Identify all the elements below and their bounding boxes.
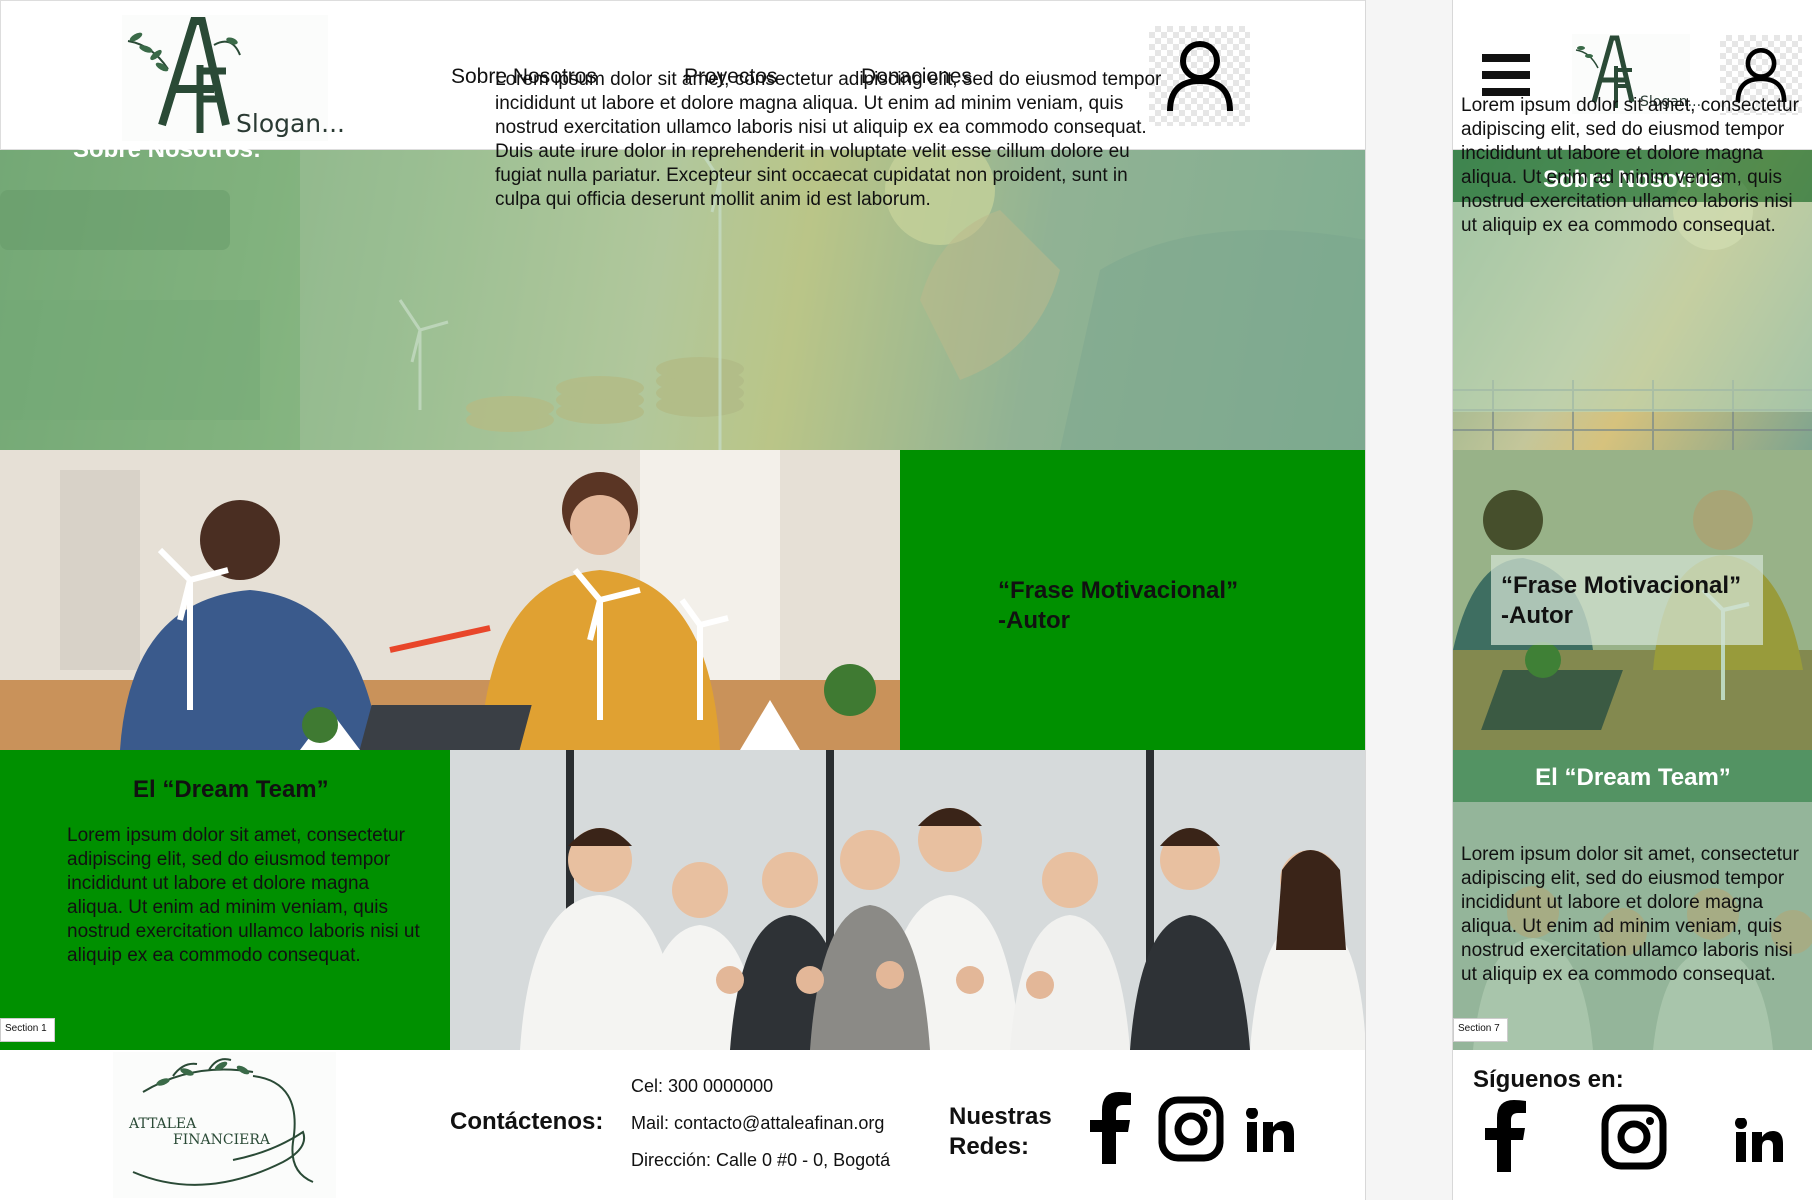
contact-address: Dirección: Calle 0 #0 - 0, Bogotá <box>631 1150 891 1170</box>
brand-logo[interactable]: Slogan... <box>122 15 345 141</box>
about-text: Lorem ipsum dolor sit amet, consectetur … <box>1461 95 1799 236</box>
social-heading: Nuestras Redes: <box>949 1102 1052 1162</box>
motivational-quote: “Frase Motivacional” -Autor <box>1501 571 1741 631</box>
motivational-quote: “Frase Motivacional” -Autor <box>998 576 1238 636</box>
brand-name-line1: ATTALEA <box>128 1116 197 1132</box>
instagram-icon[interactable] <box>1601 1104 1667 1170</box>
dream-team-title: El “Dream Team” <box>133 776 329 803</box>
linkedin-icon[interactable] <box>1735 1118 1783 1162</box>
brand-name-line2: FINANCIERA <box>173 1132 271 1148</box>
quote-text: “Frase Motivacional” <box>998 577 1239 604</box>
group-photo-image <box>450 750 1365 1050</box>
user-icon <box>1166 41 1233 112</box>
team-working-photo <box>0 450 900 750</box>
quote-author: -Autor <box>998 607 1070 634</box>
social-heading-line1: Nuestras <box>949 1103 1052 1130</box>
contact-heading: Contáctenos: <box>450 1108 604 1135</box>
slogan: Slogan... <box>236 109 345 138</box>
quote-author: -Autor <box>1501 602 1573 629</box>
facebook-icon[interactable] <box>1088 1092 1132 1164</box>
office-photo-image <box>0 450 900 750</box>
contact-phone[interactable]: Cel: 300 0000000 <box>631 1076 773 1097</box>
footer-brand-logo[interactable]: ATTALEA FINANCIERA <box>113 1052 336 1198</box>
about-title-panel <box>0 150 300 450</box>
about-title: Sobre Nosotros: <box>73 136 262 163</box>
hamburger-menu-icon[interactable] <box>1482 54 1530 96</box>
facebook-icon[interactable] <box>1483 1100 1527 1172</box>
dream-team-text: Lorem ipsum dolor sit amet, consectetur … <box>1461 844 1799 985</box>
section-label: Section 1 <box>0 1018 55 1042</box>
leaf-hand-logo-icon: ATTALEA FINANCIERA <box>128 1058 314 1186</box>
instagram-icon[interactable] <box>1158 1096 1224 1162</box>
linkedin-icon[interactable] <box>1246 1108 1294 1152</box>
quote-text: “Frase Motivacional” <box>1501 572 1742 599</box>
dream-team-photo <box>450 750 1365 1050</box>
social-heading-line2: Redes: <box>949 1133 1030 1160</box>
dream-team-title: El “Dream Team” <box>1535 764 1731 791</box>
about-text: Lorem ipsum dolor sit amet, consectetur … <box>495 69 1162 210</box>
mobile-frame: Slogan... Sobre Nosotros Lorem ipsum dol… <box>1452 0 1812 1200</box>
dream-team-text: Lorem ipsum dolor sit amet, consectetur … <box>67 825 420 966</box>
follow-heading: Síguenos en: <box>1473 1066 1624 1093</box>
desktop-frame: Slogan... Sobre Nosotros Proyectos Donac… <box>0 0 1366 1200</box>
section-label: Section 7 <box>1453 1018 1508 1042</box>
contact-email[interactable]: Mail: contacto@attaleafinan.org <box>631 1113 884 1134</box>
